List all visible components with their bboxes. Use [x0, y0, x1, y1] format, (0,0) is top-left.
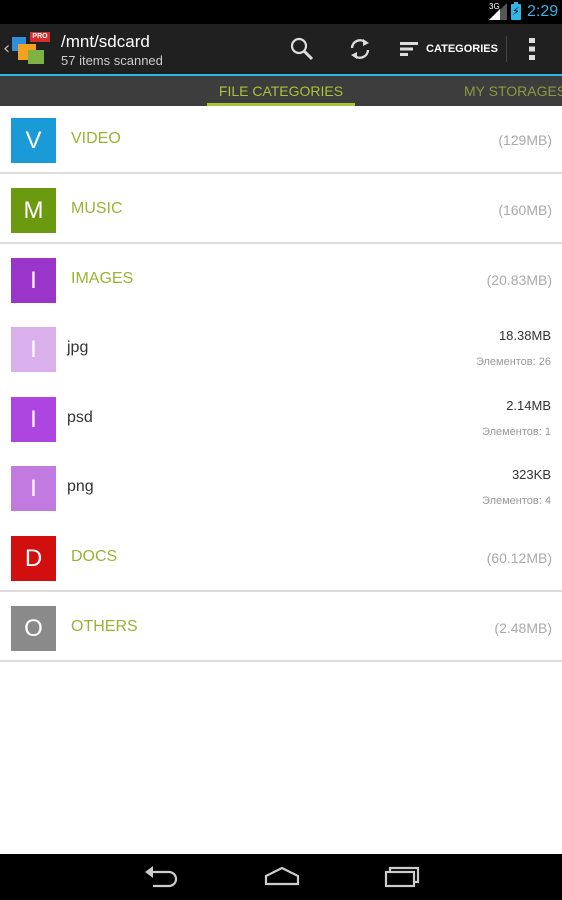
list-item-psd[interactable]: I psd 2.14MB Элементов: 1	[0, 385, 562, 453]
category-size: (60.12MB)	[486, 550, 552, 566]
pro-badge: PRO	[30, 32, 50, 42]
subcategory-size: 2.14MB	[506, 398, 551, 413]
path-title: /mnt/sdcard	[61, 32, 150, 51]
categories-label: CATEGORIES	[426, 43, 498, 55]
category-name: IMAGES	[71, 270, 134, 287]
tab-label: FILE CATEGORIES	[218, 83, 344, 99]
divider	[0, 590, 562, 592]
category-badge: V	[11, 118, 56, 163]
list-item-others[interactable]: O OTHERS (2.48MB)	[0, 594, 562, 662]
category-name: DOCS	[71, 548, 118, 565]
category-badge: O	[11, 606, 56, 651]
scan-status: 57 items scanned	[61, 53, 163, 68]
subcategory-badge: I	[11, 327, 56, 372]
home-icon	[264, 866, 300, 886]
action-bar-divider	[506, 36, 507, 62]
list-item-png[interactable]: I png 323KB Элементов: 4	[0, 454, 562, 522]
list-item-video[interactable]: V VIDEO (129MB)	[0, 106, 562, 174]
list-item-docs[interactable]: D DOCS (60.12MB)	[0, 524, 562, 592]
category-size: (160MB)	[498, 202, 552, 218]
tab-my-storages[interactable]: MY STORAGES	[464, 76, 562, 106]
overflow-menu-button[interactable]	[511, 24, 553, 74]
overflow-menu-icon	[529, 38, 535, 60]
divider	[0, 172, 562, 174]
category-name: OTHERS	[71, 618, 138, 635]
navigation-bar	[0, 854, 562, 900]
screen: 3G ⚡ 2:29 ‹ PRO /mnt/sdcard 57 items sca…	[0, 0, 562, 900]
search-button[interactable]	[280, 24, 324, 74]
tab-strip: FILE CATEGORIES MY STORAGES	[0, 76, 562, 106]
recents-icon	[384, 866, 420, 888]
back-button[interactable]	[141, 862, 181, 892]
tab-file-categories[interactable]: FILE CATEGORIES	[207, 76, 355, 106]
category-size: (129MB)	[498, 132, 552, 148]
subcategory-count: Элементов: 1	[482, 426, 551, 438]
subcategory-badge: I	[11, 466, 56, 511]
status-bar: 3G ⚡ 2:29	[0, 0, 562, 24]
battery-icon: ⚡	[511, 2, 521, 20]
list-item-jpg[interactable]: I jpg 18.38MB Элементов: 26	[0, 315, 562, 383]
subcategory-badge: I	[11, 397, 56, 442]
divider	[0, 660, 562, 662]
list-item-music[interactable]: M MUSIC (160MB)	[0, 176, 562, 244]
refresh-icon	[350, 39, 370, 59]
refresh-button[interactable]	[338, 24, 382, 74]
subcategory-name: psd	[67, 409, 93, 426]
category-badge: I	[11, 258, 56, 303]
category-size: (2.48MB)	[494, 620, 552, 636]
subcategory-size: 323KB	[511, 467, 551, 482]
up-caret-icon[interactable]: ‹	[3, 38, 10, 59]
divider	[0, 242, 562, 244]
recents-button[interactable]	[381, 862, 421, 892]
category-name: VIDEO	[71, 130, 121, 147]
signal-icon	[489, 3, 507, 20]
category-badge: M	[11, 188, 56, 233]
subcategory-count: Элементов: 26	[475, 356, 551, 368]
sort-icon	[400, 42, 419, 56]
subcategory-name: jpg	[67, 339, 89, 356]
category-badge: D	[11, 536, 56, 581]
app-logo[interactable]: PRO	[12, 32, 50, 68]
action-bar: ‹ PRO /mnt/sdcard 57 items scanned CATEG…	[0, 24, 562, 74]
search-icon	[290, 37, 314, 61]
tab-label: MY STORAGES	[464, 83, 562, 99]
category-name: MUSIC	[71, 200, 123, 217]
category-size: (20.83MB)	[486, 272, 552, 288]
clock: 2:29	[527, 3, 559, 20]
categories-button[interactable]: CATEGORIES	[398, 24, 500, 74]
list-item-images[interactable]: I IMAGES (20.83MB)	[0, 246, 562, 314]
home-button[interactable]	[262, 862, 302, 892]
subcategory-count: Элементов: 4	[482, 495, 551, 507]
back-icon	[145, 866, 178, 888]
category-list: V VIDEO (129MB) M MUSIC (160MB) I IMAGES…	[0, 106, 562, 854]
subcategory-size: 18.38MB	[498, 328, 551, 343]
subcategory-name: png	[67, 478, 94, 495]
